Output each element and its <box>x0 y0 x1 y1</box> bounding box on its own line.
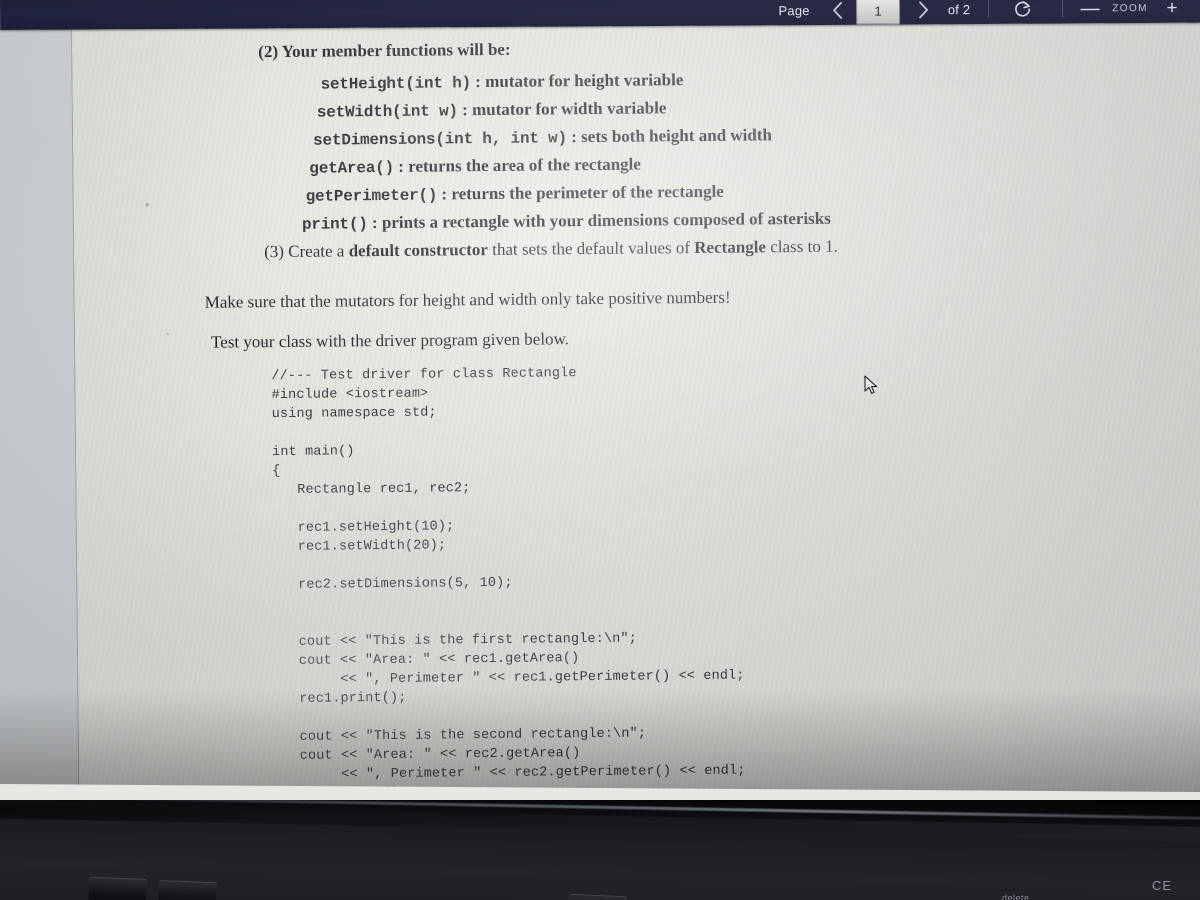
laptop-screen: (2) Your member functions will be: setHe… <box>0 0 1200 800</box>
section-3-bold-rectangle: Rectangle <box>694 237 767 258</box>
page-number-input[interactable]: 1 <box>856 0 901 25</box>
member-function-item: setWidth(int w) : mutator for width vari… <box>317 98 667 121</box>
member-function-signature: print() <box>301 215 368 234</box>
laptop-palmrest <box>0 818 1200 900</box>
member-function-signature: setHeight(int h) <box>320 74 472 94</box>
member-function-signature: setDimensions(int h, int w) <box>313 129 568 150</box>
member-function-separator: : <box>437 184 452 204</box>
keyboard-key[interactable] <box>158 881 218 900</box>
zoom-in-button[interactable]: + <box>1160 0 1184 19</box>
paper-speck <box>166 333 169 336</box>
pdf-page-content: (2) Your member functions will be: setHe… <box>72 15 1200 792</box>
section-3-bold-default-constructor: default constructor <box>348 240 489 261</box>
chevron-left-icon <box>832 1 842 19</box>
member-function-description: returns the area of the rectangle <box>408 154 641 176</box>
member-function-separator: : <box>457 100 473 120</box>
paper-speck <box>263 342 267 345</box>
key-label-delete: delete <box>1002 893 1030 900</box>
member-function-item: setHeight(int h) : mutator for height va… <box>320 70 683 93</box>
member-function-description: sets both height and width <box>581 125 773 147</box>
member-function-item: getPerimeter() : returns the perimeter o… <box>306 182 724 206</box>
keyboard-key[interactable] <box>88 877 148 900</box>
member-function-item: getArea() : returns the area of the rect… <box>309 155 641 178</box>
pdf-page: (2) Your member functions will be: setHe… <box>72 14 1200 792</box>
page-label: Page <box>778 2 810 18</box>
zoom-out-button[interactable]: — <box>1078 0 1102 19</box>
member-function-item: print() : prints a rectangle with your d… <box>302 209 831 234</box>
chevron-right-icon <box>918 0 928 18</box>
rotate-icon <box>1014 0 1030 17</box>
note-positive-numbers: Make sure that the mutators for height a… <box>204 287 731 312</box>
member-function-signature: setWidth(int w) <box>316 102 458 122</box>
member-function-description: mutator for height variable <box>485 70 684 92</box>
keyboard-key[interactable] <box>567 894 627 900</box>
section-3-mid: that sets the default values of <box>487 238 695 260</box>
toolbar-divider <box>988 0 990 18</box>
member-function-signature: getArea() <box>309 158 395 178</box>
member-function-item: setDimensions(int h, int w) : sets both … <box>313 125 772 149</box>
photo-of-laptop-screen: delete CE (2) Your member functions will… <box>0 0 1200 900</box>
section-2-heading: (2) Your member functions will be: <box>258 39 511 62</box>
zoom-label: ZOOM <box>1112 2 1148 14</box>
member-function-separator: : <box>566 127 582 147</box>
member-function-separator: : <box>367 213 382 233</box>
member-function-signature: getPerimeter() <box>305 186 438 206</box>
section-3-suffix: class to 1. <box>765 236 838 257</box>
member-function-description: prints a rectangle with your dimensions … <box>381 208 831 233</box>
member-function-description: mutator for width variable <box>471 98 667 120</box>
code-block: //--- Test driver for class Rectangle #i… <box>271 365 746 792</box>
member-function-description: returns the perimeter of the rectangle <box>451 181 724 204</box>
key-label-ce: CE <box>1152 878 1173 893</box>
member-function-separator: : <box>470 72 486 92</box>
toolbar-divider <box>1062 0 1064 18</box>
section-3-prefix: (3) Create a <box>264 241 349 262</box>
prev-page-button[interactable] <box>824 0 850 21</box>
member-function-separator: : <box>393 156 409 176</box>
paper-speck <box>145 203 149 207</box>
note-test-driver: Test your class with the driver program … <box>210 329 570 352</box>
page-count-label: of 2 <box>947 1 971 17</box>
section-3-line: (3) Create a default constructor that se… <box>264 237 838 263</box>
mouse-pointer-icon <box>864 375 880 397</box>
next-page-button[interactable] <box>910 0 936 20</box>
rotate-button[interactable] <box>1008 0 1036 21</box>
